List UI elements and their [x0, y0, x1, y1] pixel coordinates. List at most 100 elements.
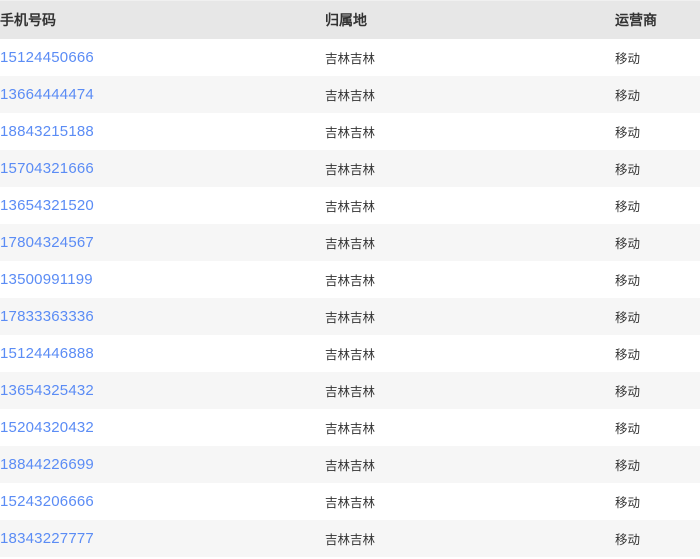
region-label: 吉林吉林 — [325, 88, 376, 103]
cell-region: 吉林吉林 — [325, 372, 615, 409]
carrier-label: 移动 — [615, 162, 641, 177]
phone-number-link[interactable]: 18844226699 — [0, 456, 94, 473]
table-row[interactable]: 15243206666 吉林吉林 移动 — [0, 482, 700, 520]
cell-region: 吉林吉林 — [325, 520, 615, 557]
table-body: 15124450666 吉林吉林 移动 13664444474 吉林吉林 移动 188432… — [0, 38, 700, 557]
cell-carrier: 移动 — [615, 409, 700, 446]
phone-number-table: 手机号码 归属地 运营商 15124450666 吉林吉林 移动 1366444447… — [0, 0, 700, 557]
column-header-region[interactable]: 归属地 — [325, 1, 615, 39]
carrier-label: 移动 — [615, 273, 641, 288]
cell-carrier: 移动 — [615, 76, 700, 113]
column-header-phone[interactable]: 手机号码 — [0, 1, 325, 39]
carrier-label: 移动 — [615, 236, 641, 251]
carrier-label: 移动 — [615, 458, 641, 473]
cell-phone: 15124450666 — [0, 39, 325, 76]
cell-carrier: 移动 — [615, 113, 700, 150]
region-label: 吉林吉林 — [325, 421, 376, 436]
cell-region: 吉林吉林 — [325, 113, 615, 150]
cell-phone: 13664444474 — [0, 76, 325, 113]
cell-region: 吉林吉林 — [325, 335, 615, 372]
region-label: 吉林吉林 — [325, 125, 376, 140]
cell-carrier: 移动 — [615, 520, 700, 557]
carrier-label: 移动 — [615, 199, 641, 214]
table-row[interactable]: 13654325432 吉林吉林 移动 — [0, 371, 700, 409]
cell-region: 吉林吉林 — [325, 446, 615, 483]
cell-carrier: 移动 — [615, 483, 700, 520]
phone-number-link[interactable]: 13500991199 — [0, 271, 93, 288]
cell-region: 吉林吉林 — [325, 409, 615, 446]
column-header-carrier[interactable]: 运营商 — [615, 1, 700, 39]
cell-carrier: 移动 — [615, 298, 700, 335]
table-row[interactable]: 13500991199 吉林吉林 移动 — [0, 260, 700, 298]
cell-carrier: 移动 — [615, 150, 700, 187]
carrier-label: 移动 — [615, 421, 641, 436]
cell-region: 吉林吉林 — [325, 39, 615, 76]
carrier-label: 移动 — [615, 310, 641, 325]
region-label: 吉林吉林 — [325, 162, 376, 177]
table-header: 手机号码 归属地 运营商 — [0, 0, 700, 39]
carrier-label: 移动 — [615, 347, 641, 362]
table-row[interactable]: 15704321666 吉林吉林 移动 — [0, 149, 700, 187]
cell-phone: 15204320432 — [0, 409, 325, 446]
carrier-label: 移动 — [615, 125, 641, 140]
cell-carrier: 移动 — [615, 187, 700, 224]
phone-number-link[interactable]: 15704321666 — [0, 160, 94, 177]
cell-phone: 18844226699 — [0, 446, 325, 483]
cell-region: 吉林吉林 — [325, 150, 615, 187]
region-label: 吉林吉林 — [325, 310, 376, 325]
phone-number-link[interactable]: 15243206666 — [0, 493, 94, 510]
carrier-label: 移动 — [615, 532, 641, 547]
table-row[interactable]: 15124446888 吉林吉林 移动 — [0, 334, 700, 372]
region-label: 吉林吉林 — [325, 495, 376, 510]
table-row[interactable]: 18844226699 吉林吉林 移动 — [0, 445, 700, 483]
carrier-label: 移动 — [615, 51, 641, 66]
cell-region: 吉林吉林 — [325, 261, 615, 298]
table-row[interactable]: 15204320432 吉林吉林 移动 — [0, 408, 700, 446]
cell-region: 吉林吉林 — [325, 76, 615, 113]
cell-region: 吉林吉林 — [325, 187, 615, 224]
phone-number-link[interactable]: 15204320432 — [0, 419, 94, 436]
phone-number-link[interactable]: 17833363336 — [0, 308, 94, 325]
cell-phone: 15704321666 — [0, 150, 325, 187]
table-row[interactable]: 17804324567 吉林吉林 移动 — [0, 223, 700, 261]
table-row[interactable]: 18343227777 吉林吉林 移动 — [0, 519, 700, 557]
cell-region: 吉林吉林 — [325, 224, 615, 261]
region-label: 吉林吉林 — [325, 347, 376, 362]
table-row[interactable]: 15124450666 吉林吉林 移动 — [0, 38, 700, 76]
phone-number-link[interactable]: 13664444474 — [0, 86, 94, 103]
cell-phone: 15243206666 — [0, 483, 325, 520]
region-label: 吉林吉林 — [325, 458, 376, 473]
cell-phone: 18843215188 — [0, 113, 325, 150]
cell-carrier: 移动 — [615, 261, 700, 298]
table-row[interactable]: 13654321520 吉林吉林 移动 — [0, 186, 700, 224]
phone-number-link[interactable]: 18343227777 — [0, 530, 94, 547]
phone-number-link[interactable]: 15124446888 — [0, 345, 94, 362]
cell-carrier: 移动 — [615, 224, 700, 261]
cell-region: 吉林吉林 — [325, 483, 615, 520]
region-label: 吉林吉林 — [325, 384, 376, 399]
cell-phone: 18343227777 — [0, 520, 325, 557]
region-label: 吉林吉林 — [325, 532, 376, 547]
cell-phone: 13654321520 — [0, 187, 325, 224]
phone-number-link[interactable]: 13654325432 — [0, 382, 94, 399]
cell-phone: 17804324567 — [0, 224, 325, 261]
region-label: 吉林吉林 — [325, 199, 376, 214]
phone-number-link[interactable]: 13654321520 — [0, 197, 94, 214]
cell-carrier: 移动 — [615, 39, 700, 76]
cell-region: 吉林吉林 — [325, 298, 615, 335]
carrier-label: 移动 — [615, 384, 641, 399]
phone-number-link[interactable]: 17804324567 — [0, 234, 94, 251]
carrier-label: 移动 — [615, 495, 641, 510]
phone-number-link[interactable]: 18843215188 — [0, 123, 94, 140]
cell-phone: 13500991199 — [0, 261, 325, 298]
cell-carrier: 移动 — [615, 372, 700, 409]
table-row[interactable]: 18843215188 吉林吉林 移动 — [0, 112, 700, 150]
table-row[interactable]: 13664444474 吉林吉林 移动 — [0, 75, 700, 113]
region-label: 吉林吉林 — [325, 236, 376, 251]
region-label: 吉林吉林 — [325, 273, 376, 288]
cell-phone: 13654325432 — [0, 372, 325, 409]
cell-phone: 15124446888 — [0, 335, 325, 372]
table-row[interactable]: 17833363336 吉林吉林 移动 — [0, 297, 700, 335]
region-label: 吉林吉林 — [325, 51, 376, 66]
phone-number-link[interactable]: 15124450666 — [0, 49, 94, 66]
